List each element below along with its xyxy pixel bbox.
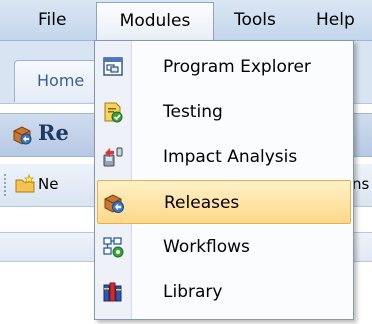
menu-item-releases[interactable]: Releases [97,180,351,224]
library-icon [101,280,125,304]
tab-home[interactable]: Home [14,60,104,102]
menu-help[interactable]: Help [316,0,355,40]
workflows-icon [101,235,125,259]
menu-file[interactable]: File [38,0,66,40]
menu-item-label: Testing [163,102,223,122]
panel-title: Re [38,120,69,145]
toolbar-right-label: ns [352,175,370,193]
menu-item-label: Workflows [163,237,250,257]
testing-icon [101,100,125,124]
toolbar-grip[interactable] [4,174,9,196]
toolbar-new-button[interactable]: Ne [38,175,58,193]
menu-item-label: Program Explorer [163,57,311,77]
menu-bar: File Modules Tools Help [0,0,372,41]
menu-tools[interactable]: Tools [234,0,276,40]
new-folder-icon [14,173,36,199]
program-explorer-icon [101,55,125,79]
menu-item-label: Impact Analysis [163,147,298,167]
impact-analysis-icon [101,145,125,169]
menu-item-label: Releases [164,193,240,213]
menu-item-label: Library [163,282,223,302]
menu-item-library[interactable]: Library [97,270,351,314]
menu-modules[interactable]: Modules [96,2,214,40]
modules-dropdown-menu: Program Explorer Testing Impact Analysis [94,40,354,320]
menu-item-impact-analysis[interactable]: Impact Analysis [97,135,351,179]
releases-icon [102,191,126,215]
releases-icon [10,123,34,151]
menu-item-testing[interactable]: Testing [97,90,351,134]
menu-item-program-explorer[interactable]: Program Explorer [97,45,351,89]
menu-item-workflows[interactable]: Workflows [97,225,351,269]
